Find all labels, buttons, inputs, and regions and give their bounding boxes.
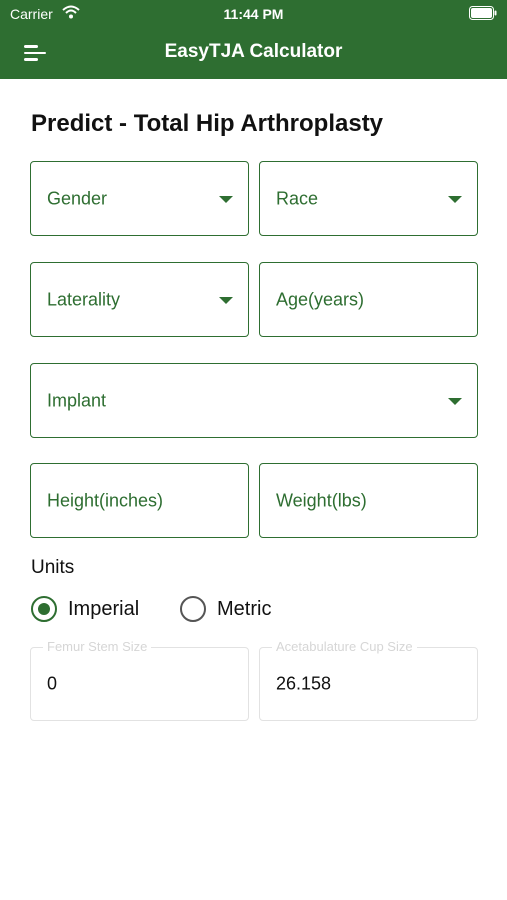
battery-icon bbox=[469, 6, 497, 20]
dropdown-arrow-icon bbox=[448, 397, 462, 405]
gender-select[interactable]: Gender bbox=[30, 161, 249, 236]
page-title: Predict - Total Hip Arthroplasty bbox=[31, 110, 384, 137]
units-label: Units bbox=[31, 557, 75, 578]
femur-stem-size-label: Femur Stem Size bbox=[43, 639, 152, 654]
nav-bar: EasyTJA Calculator bbox=[0, 28, 507, 79]
imperial-radio[interactable] bbox=[31, 596, 57, 622]
cup-size-label: Acetabulature Cup Size bbox=[272, 639, 417, 654]
status-bar: Carrier 11:44 PM bbox=[0, 0, 507, 28]
age-input[interactable] bbox=[276, 289, 456, 310]
femur-stem-size-field: Femur Stem Size 0 bbox=[30, 639, 249, 721]
height-field[interactable] bbox=[30, 463, 249, 538]
implant-select[interactable]: Implant bbox=[30, 363, 478, 438]
femur-stem-size-value: 0 bbox=[47, 673, 58, 694]
radio-selected-dot bbox=[38, 603, 50, 615]
status-time: 11:44 PM bbox=[223, 6, 284, 22]
dropdown-arrow-icon bbox=[219, 195, 233, 203]
cup-size-field: Acetabulature Cup Size 26.158 bbox=[259, 639, 478, 721]
race-select[interactable]: Race bbox=[259, 161, 478, 236]
age-field[interactable] bbox=[259, 262, 478, 337]
laterality-select-label: Laterality bbox=[47, 289, 121, 309]
nav-title: EasyTJA Calculator bbox=[164, 41, 343, 62]
cup-size-value: 26.158 bbox=[276, 673, 332, 694]
imperial-label[interactable]: Imperial bbox=[68, 598, 139, 621]
dropdown-arrow-icon bbox=[448, 195, 462, 203]
weight-input[interactable] bbox=[276, 490, 456, 511]
metric-radio[interactable] bbox=[180, 596, 206, 622]
implant-select-label: Implant bbox=[47, 390, 107, 410]
metric-label[interactable]: Metric bbox=[217, 598, 271, 621]
dropdown-arrow-icon bbox=[219, 296, 233, 304]
gender-select-label: Gender bbox=[47, 188, 108, 208]
height-input[interactable] bbox=[47, 490, 227, 511]
weight-field[interactable] bbox=[259, 463, 478, 538]
race-select-label: Race bbox=[276, 188, 319, 208]
laterality-select[interactable]: Laterality bbox=[30, 262, 249, 337]
